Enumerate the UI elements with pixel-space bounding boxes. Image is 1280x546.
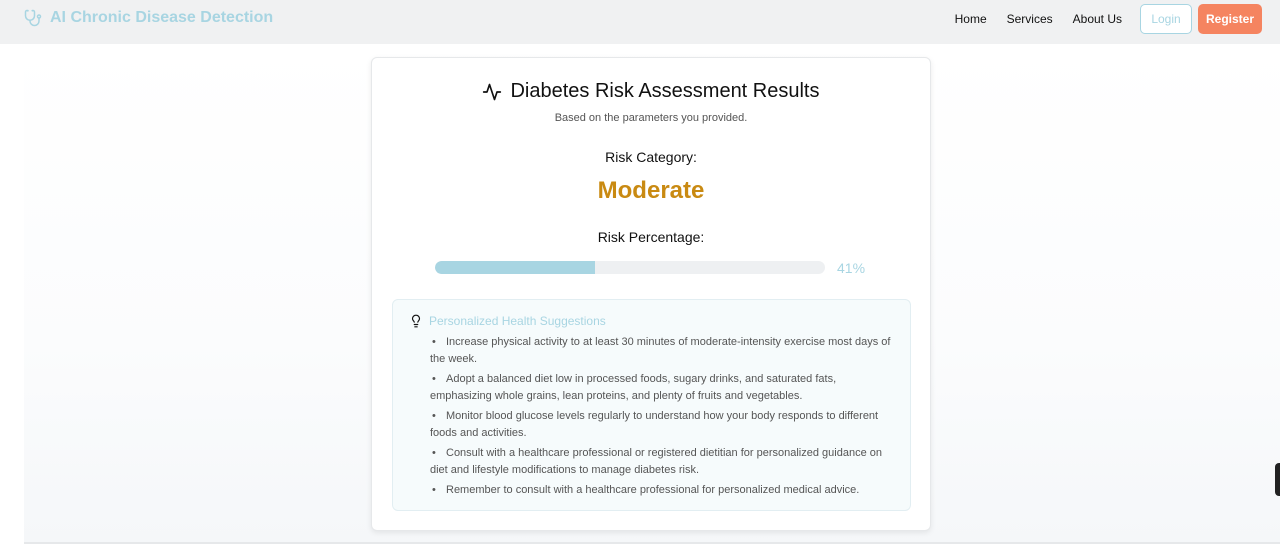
edge-handle[interactable] xyxy=(1275,463,1280,496)
brand-logo[interactable]: AI Chronic Disease Detection xyxy=(24,9,273,27)
nav-links: Home Services About Us Login Register xyxy=(955,4,1262,34)
stethoscope-icon xyxy=(24,9,42,27)
results-card: Diabetes Risk Assessment Results Based o… xyxy=(371,57,931,531)
nav-link-home[interactable]: Home xyxy=(955,12,987,26)
register-button[interactable]: Register xyxy=(1198,4,1262,34)
suggestion-item: • Remember to consult with a healthcare p… xyxy=(432,484,860,496)
suggestions-title: Personalized Health Suggestions xyxy=(429,314,606,328)
suggestion-item: • Monitor blood glucose levels regularly … xyxy=(430,410,879,439)
risk-percentage-label: Risk Percentage: xyxy=(597,229,705,245)
lightbulb-icon xyxy=(411,314,421,328)
risk-category-value: Moderate xyxy=(597,177,705,204)
risk-category-label: Risk Category: xyxy=(605,149,697,165)
suggestion-item: • Consult with a healthcare professional … xyxy=(430,447,882,476)
suggestion-item: • Increase physical activity to at least … xyxy=(430,336,891,365)
top-navbar: AI Chronic Disease Detection Home Servic… xyxy=(0,0,1280,44)
risk-percentage-value: 41% xyxy=(837,260,866,276)
results-title: Diabetes Risk Assessment Results xyxy=(372,80,930,103)
risk-progress-fill xyxy=(435,261,595,274)
suggestion-item: • Adopt a balanced diet low in processed … xyxy=(430,373,837,402)
results-title-text: Diabetes Risk Assessment Results xyxy=(510,80,820,102)
risk-progress-bar xyxy=(435,261,825,274)
suggestions-header: Personalized Health Suggestions xyxy=(409,313,606,329)
suggestions-list: • Increase physical activity to at least … xyxy=(430,334,900,502)
brand-name: AI Chronic Disease Detection xyxy=(50,9,274,26)
suggestions-panel: Personalized Health Suggestions • Increas… xyxy=(392,299,911,511)
results-subtitle: Based on the parameters you provided. xyxy=(554,112,748,124)
login-button[interactable]: Login xyxy=(1140,4,1192,34)
nav-link-services[interactable]: Services xyxy=(1007,12,1053,26)
nav-link-about-us[interactable]: About Us xyxy=(1073,12,1122,26)
activity-icon xyxy=(483,83,502,100)
